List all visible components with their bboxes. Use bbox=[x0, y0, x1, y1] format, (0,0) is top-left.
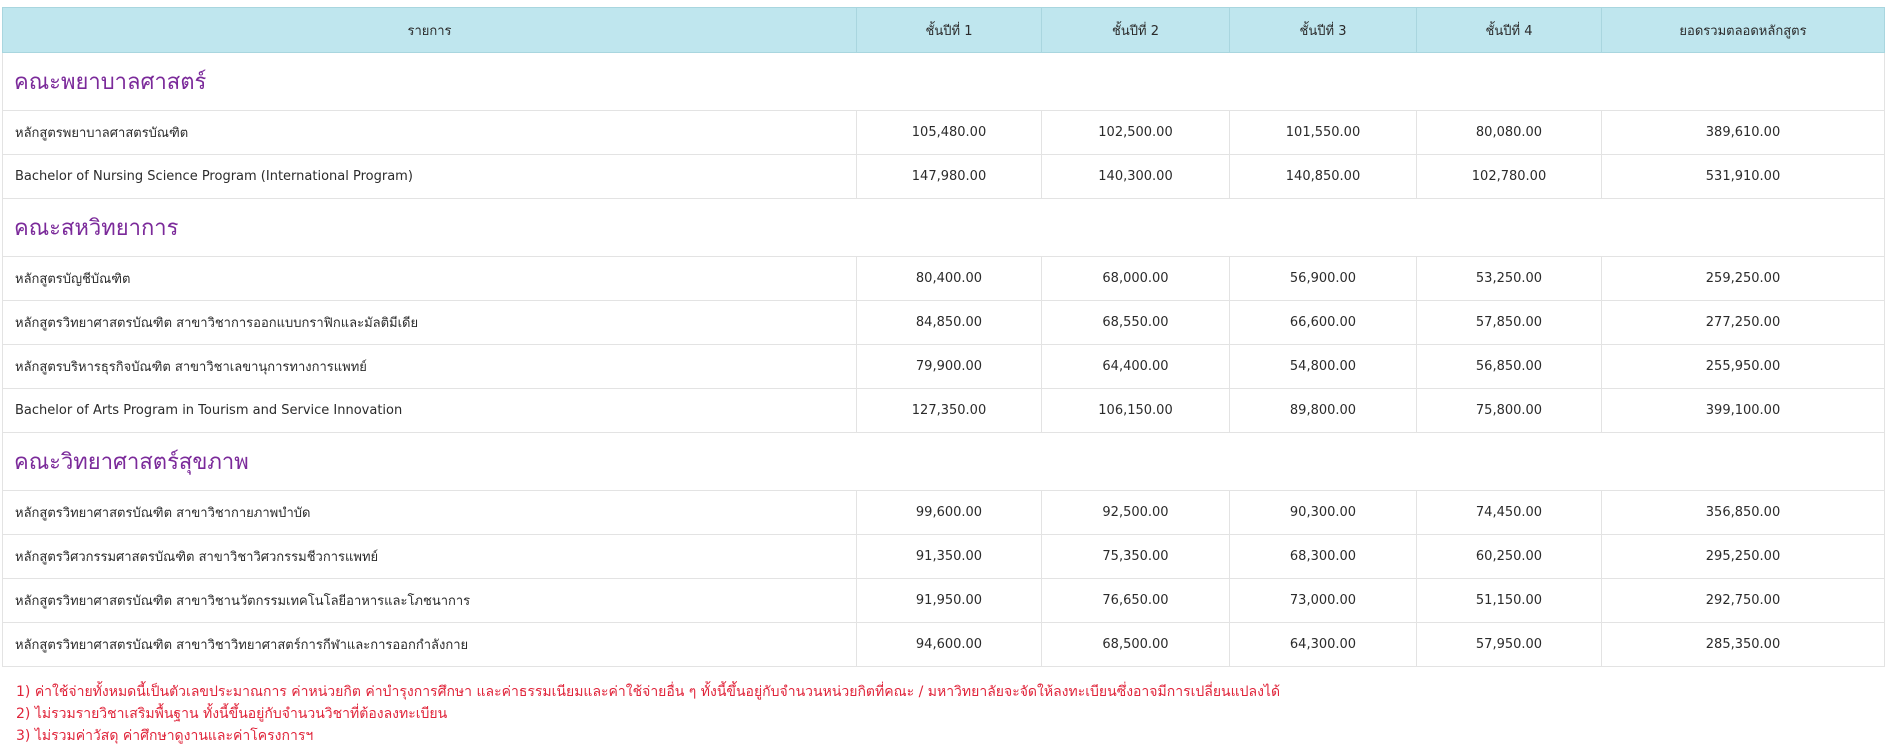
program-name: หลักสูตรบริหารธุรกิจบัณฑิต สาขาวิชาเลขาน… bbox=[2, 344, 857, 389]
fee-year1: 99,600.00 bbox=[856, 490, 1042, 535]
table-row: Bachelor of Nursing Science Program (Int… bbox=[2, 154, 1885, 199]
faculty-row: คณะวิทยาศาสตร์สุขภาพ bbox=[2, 432, 1885, 491]
fee-total: 259,250.00 bbox=[1601, 256, 1885, 301]
fee-total: 292,750.00 bbox=[1601, 578, 1885, 623]
fee-year3: 89,800.00 bbox=[1229, 388, 1417, 433]
faculty-name: คณะวิทยาศาสตร์สุขภาพ bbox=[2, 432, 1885, 491]
program-name: หลักสูตรพยาบาลศาสตรบัณฑิต bbox=[2, 110, 857, 155]
fee-year1: 147,980.00 bbox=[856, 154, 1042, 199]
program-name: หลักสูตรวิทยาศาสตรบัณฑิต สาขาวิชาการออกแ… bbox=[2, 300, 857, 345]
footnotes: 1) ค่าใช้จ่ายทั้งหมดนี้เป็นตัวเลขประมาณก… bbox=[2, 681, 1884, 747]
fee-year1: 91,950.00 bbox=[856, 578, 1042, 623]
footnote-1: 1) ค่าใช้จ่ายทั้งหมดนี้เป็นตัวเลขประมาณก… bbox=[16, 684, 1281, 700]
faculty-row: คณะสหวิทยาการ bbox=[2, 198, 1885, 257]
fee-year3: 64,300.00 bbox=[1229, 622, 1417, 667]
fee-year1: 94,600.00 bbox=[856, 622, 1042, 667]
fee-total: 531,910.00 bbox=[1601, 154, 1885, 199]
fee-total: 285,350.00 bbox=[1601, 622, 1885, 667]
fee-year4: 57,850.00 bbox=[1416, 300, 1602, 345]
fee-year2: 68,000.00 bbox=[1041, 256, 1230, 301]
tuition-fee-table: รายการ ชั้นปีที่ 1 ชั้นปีที่ 2 ชั้นปีที่… bbox=[2, 7, 1885, 667]
header-year4: ชั้นปีที่ 4 bbox=[1416, 7, 1602, 53]
program-name: Bachelor of Arts Program in Tourism and … bbox=[2, 388, 857, 433]
fee-year2: 102,500.00 bbox=[1041, 110, 1230, 155]
fee-year2: 68,550.00 bbox=[1041, 300, 1230, 345]
faculty-row: คณะพยาบาลศาสตร์ bbox=[2, 52, 1885, 111]
footnote-2: 2) ไม่รวมรายวิชาเสริมพื้นฐาน ทั้งนี้ขึ้น… bbox=[16, 706, 448, 722]
fee-year3: 66,600.00 bbox=[1229, 300, 1417, 345]
table-row: หลักสูตรวิทยาศาสตรบัณฑิต สาขาวิชากายภาพบ… bbox=[2, 490, 1885, 535]
fee-total: 277,250.00 bbox=[1601, 300, 1885, 345]
fee-year4: 102,780.00 bbox=[1416, 154, 1602, 199]
table-row: หลักสูตรวิทยาศาสตรบัณฑิต สาขาวิชานวัตกรร… bbox=[2, 578, 1885, 623]
fee-year4: 60,250.00 bbox=[1416, 534, 1602, 579]
fee-year2: 92,500.00 bbox=[1041, 490, 1230, 535]
fee-year4: 75,800.00 bbox=[1416, 388, 1602, 433]
faculty-name: คณะสหวิทยาการ bbox=[2, 198, 1885, 257]
fee-year3: 54,800.00 bbox=[1229, 344, 1417, 389]
table-row: หลักสูตรวิทยาศาสตรบัณฑิต สาขาวิชาการออกแ… bbox=[2, 300, 1885, 345]
fee-year1: 91,350.00 bbox=[856, 534, 1042, 579]
fee-year2: 75,350.00 bbox=[1041, 534, 1230, 579]
faculty-name: คณะพยาบาลศาสตร์ bbox=[2, 52, 1885, 111]
fee-year3: 73,000.00 bbox=[1229, 578, 1417, 623]
table-row: หลักสูตรบริหารธุรกิจบัณฑิต สาขาวิชาเลขาน… bbox=[2, 344, 1885, 389]
fee-total: 255,950.00 bbox=[1601, 344, 1885, 389]
fee-total: 295,250.00 bbox=[1601, 534, 1885, 579]
fee-year2: 68,500.00 bbox=[1041, 622, 1230, 667]
fee-year3: 90,300.00 bbox=[1229, 490, 1417, 535]
table-row: หลักสูตรพยาบาลศาสตรบัณฑิต 105,480.00 102… bbox=[2, 110, 1885, 155]
fee-total: 389,610.00 bbox=[1601, 110, 1885, 155]
fee-year3: 101,550.00 bbox=[1229, 110, 1417, 155]
program-name: หลักสูตรวิทยาศาสตรบัณฑิต สาขาวิชากายภาพบ… bbox=[2, 490, 857, 535]
fee-year2: 106,150.00 bbox=[1041, 388, 1230, 433]
program-name: หลักสูตรวิทยาศาสตรบัณฑิต สาขาวิชาวิทยาศา… bbox=[2, 622, 857, 667]
fee-year4: 51,150.00 bbox=[1416, 578, 1602, 623]
table-row: หลักสูตรวิทยาศาสตรบัณฑิต สาขาวิชาวิทยาศา… bbox=[2, 622, 1885, 667]
header-year2: ชั้นปีที่ 2 bbox=[1041, 7, 1230, 53]
table-row: Bachelor of Arts Program in Tourism and … bbox=[2, 388, 1885, 433]
header-year1: ชั้นปีที่ 1 bbox=[856, 7, 1042, 53]
table-row: หลักสูตรบัญชีบัณฑิต 80,400.00 68,000.00 … bbox=[2, 256, 1885, 301]
footnote-3: 3) ไม่รวมค่าวัสดุ ค่าศึกษาดูงานและค่าโคร… bbox=[16, 728, 314, 744]
fee-year4: 74,450.00 bbox=[1416, 490, 1602, 535]
fee-year4: 57,950.00 bbox=[1416, 622, 1602, 667]
header-year3: ชั้นปีที่ 3 bbox=[1229, 7, 1417, 53]
fee-year1: 127,350.00 bbox=[856, 388, 1042, 433]
fee-year1: 105,480.00 bbox=[856, 110, 1042, 155]
fee-table-container: รายการ ชั้นปีที่ 1 ชั้นปีที่ 2 ชั้นปีที่… bbox=[2, 7, 1885, 747]
program-name: หลักสูตรวิศวกรรมศาสตรบัณฑิต สาขาวิชาวิศว… bbox=[2, 534, 857, 579]
fee-year3: 68,300.00 bbox=[1229, 534, 1417, 579]
fee-year4: 56,850.00 bbox=[1416, 344, 1602, 389]
fee-year4: 80,080.00 bbox=[1416, 110, 1602, 155]
header-total: ยอดรวมตลอดหลักสูตร bbox=[1601, 7, 1885, 53]
fee-year2: 140,300.00 bbox=[1041, 154, 1230, 199]
table-row: หลักสูตรวิศวกรรมศาสตรบัณฑิต สาขาวิชาวิศว… bbox=[2, 534, 1885, 579]
header-item: รายการ bbox=[2, 7, 857, 53]
fee-total: 356,850.00 bbox=[1601, 490, 1885, 535]
fee-year3: 56,900.00 bbox=[1229, 256, 1417, 301]
program-name: Bachelor of Nursing Science Program (Int… bbox=[2, 154, 857, 199]
program-name: หลักสูตรบัญชีบัณฑิต bbox=[2, 256, 857, 301]
fee-year4: 53,250.00 bbox=[1416, 256, 1602, 301]
table-header-row: รายการ ชั้นปีที่ 1 ชั้นปีที่ 2 ชั้นปีที่… bbox=[2, 7, 1885, 53]
fee-year1: 79,900.00 bbox=[856, 344, 1042, 389]
fee-total: 399,100.00 bbox=[1601, 388, 1885, 433]
fee-year2: 64,400.00 bbox=[1041, 344, 1230, 389]
fee-year1: 80,400.00 bbox=[856, 256, 1042, 301]
fee-year3: 140,850.00 bbox=[1229, 154, 1417, 199]
fee-year1: 84,850.00 bbox=[856, 300, 1042, 345]
program-name: หลักสูตรวิทยาศาสตรบัณฑิต สาขาวิชานวัตกรร… bbox=[2, 578, 857, 623]
fee-year2: 76,650.00 bbox=[1041, 578, 1230, 623]
